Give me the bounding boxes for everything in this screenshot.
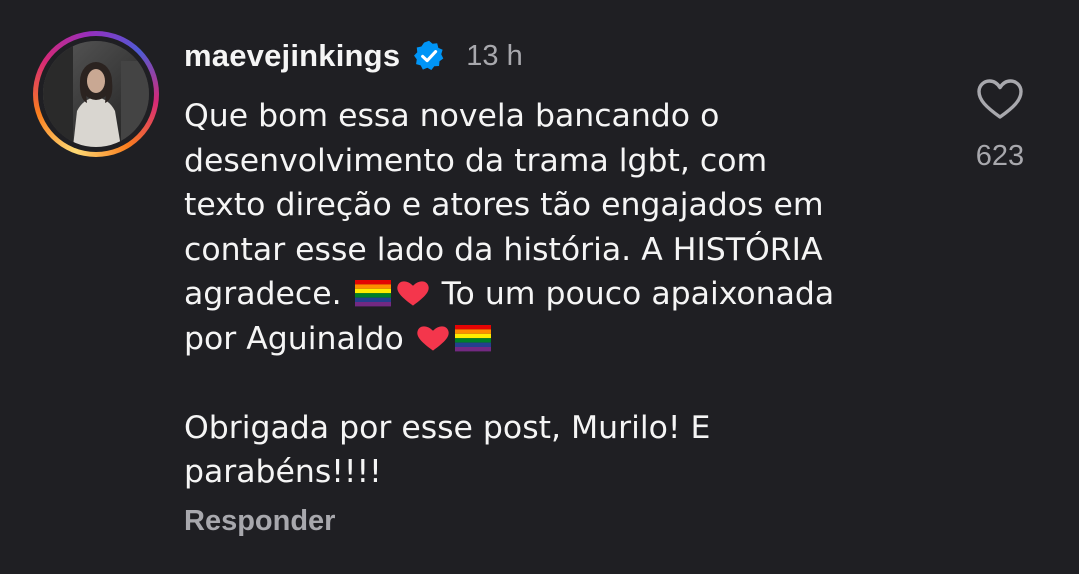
comment-line: contar esse lado da história. A HISTÓRIA [184, 231, 823, 268]
comment-line: desenvolvimento da trama lgbt, com [184, 142, 768, 179]
comment-line: Obrigada por esse post, Murilo! E [184, 409, 711, 446]
avatar-gap [38, 36, 154, 152]
comment-line: Que bom essa novela bancando o [184, 98, 720, 134]
comment-header: maevejinkings 13 h [184, 34, 523, 78]
comment-line: por Aguinaldo [184, 317, 944, 362]
comment: maevejinkings 13 h Que bom essa novela b… [0, 0, 1079, 574]
verified-badge-icon [414, 40, 444, 70]
heart-outline-icon[interactable] [976, 78, 1024, 120]
comment-line: parabéns!!!! [184, 454, 382, 490]
like-area: 623 [966, 78, 1034, 173]
red-heart-icon [417, 325, 449, 351]
avatar-photo [43, 41, 149, 147]
reply-button[interactable]: Responder [184, 505, 335, 538]
comment-segment: To um pouco apaixonada [441, 276, 835, 312]
red-heart-icon [396, 281, 429, 306]
avatar[interactable] [43, 41, 149, 147]
comment-segment: por Aguinaldo [184, 320, 404, 357]
rainbow-flag-icon [354, 280, 391, 307]
comment-line: texto direção e atores tão engajados em [184, 187, 824, 223]
rainbow-flag-icon [454, 324, 491, 351]
like-count: 623 [975, 140, 1025, 172]
avatar-story-ring[interactable] [33, 31, 159, 157]
comment-text: Que bom essa novela bancando o desenvolv… [184, 94, 944, 495]
username-link[interactable]: maevejinkings [184, 38, 400, 74]
comment-segment: agradece. [184, 276, 342, 312]
comment-line: agradece. To um pouco apaixonada [184, 272, 944, 317]
timestamp: 13 h [466, 39, 523, 72]
